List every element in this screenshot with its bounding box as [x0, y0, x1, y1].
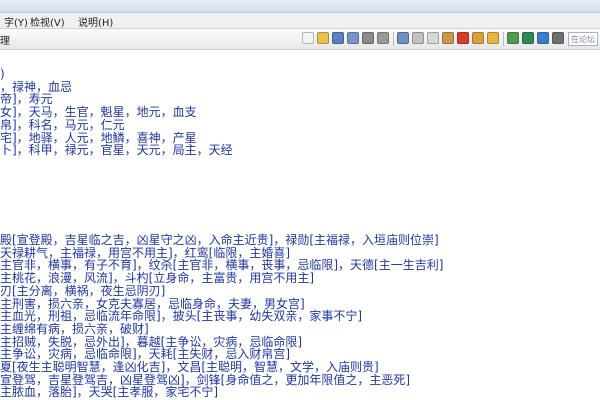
menu-item-help[interactable]: 说明(H)	[78, 14, 113, 29]
title-bar	[0, 0, 600, 13]
redo-icon[interactable]	[487, 32, 499, 44]
text-line: 夏[夜生主聪明智慧，逢凶化吉]，文昌[主聪明，智慧，文学，入庙则贵]	[0, 360, 379, 374]
search-input[interactable]: 在论坛	[568, 32, 598, 46]
text-line: 卜]，科甲，禄元，官星，天元，局主，天经	[0, 143, 233, 158]
menu-item-1[interactable]: 字(Y)	[4, 14, 28, 29]
cut-icon[interactable]	[412, 32, 424, 44]
text-line: 女]，天马，生官，魁星，地元，血支	[0, 105, 197, 120]
print-icon[interactable]	[362, 32, 374, 44]
save-icon[interactable]	[332, 32, 344, 44]
settings-icon[interactable]	[522, 32, 534, 44]
document-content: ) ，禄神，血忌 帝]，寿元 女]，天马，生官，魁星，地元，血支 帛]，科名，马元，仁元…	[0, 50, 600, 400]
text-line: 刃[主分离，横祸，夜生忌阴刃]	[0, 283, 166, 298]
app-window: 字(Y) 检视(V) 说明(H) 理 在论坛 ) ，禄神，血忌 帝]，寿元 女]，天马…	[0, 0, 600, 400]
text-line: 帛]，科名，马元，仁元	[0, 117, 125, 132]
new-doc-icon[interactable]	[302, 32, 314, 44]
toolbar-separator	[503, 32, 504, 46]
menu-bar: 字(Y) 检视(V) 说明(H)	[0, 13, 600, 29]
link-icon[interactable]	[507, 32, 519, 44]
open-folder-icon[interactable]	[317, 32, 329, 44]
text-line: 主桃花，浪漫，风流]，斗杓[立身命，主富贵，用宫不用主]	[0, 271, 315, 286]
paste-icon[interactable]	[442, 32, 454, 44]
toolbar: 理 在论坛	[0, 29, 600, 50]
info-icon[interactable]	[552, 32, 564, 44]
delete-icon[interactable]	[457, 32, 469, 44]
undo-icon[interactable]	[472, 32, 484, 44]
text-line: 主缠绵有病，损六亲，破财]	[0, 321, 149, 336]
text-line: 主血光，刑祖，忌临流年命限]，披头[主丧事，幼失双亲，家事不宁]	[0, 309, 363, 324]
copy-icon[interactable]	[427, 32, 439, 44]
toolbar-separator	[393, 32, 394, 46]
menu-item-view[interactable]: 检视(V)	[30, 14, 65, 29]
toolbar-label[interactable]: 理	[0, 32, 10, 47]
text-line: )	[0, 67, 5, 81]
text-line: 殿[宣登殿，吉星临之吉，凶星守之凶，入命主近贵]，禄勋[主福禄，入垣庙则位崇]	[0, 233, 439, 247]
text-line: 主脓血，落胎]，天哭[主孝服，家宅不宁]	[0, 385, 219, 400]
save-as-icon[interactable]	[347, 32, 359, 44]
help-icon[interactable]	[537, 32, 549, 44]
find-icon[interactable]	[397, 32, 409, 44]
print-preview-icon[interactable]	[377, 32, 389, 44]
